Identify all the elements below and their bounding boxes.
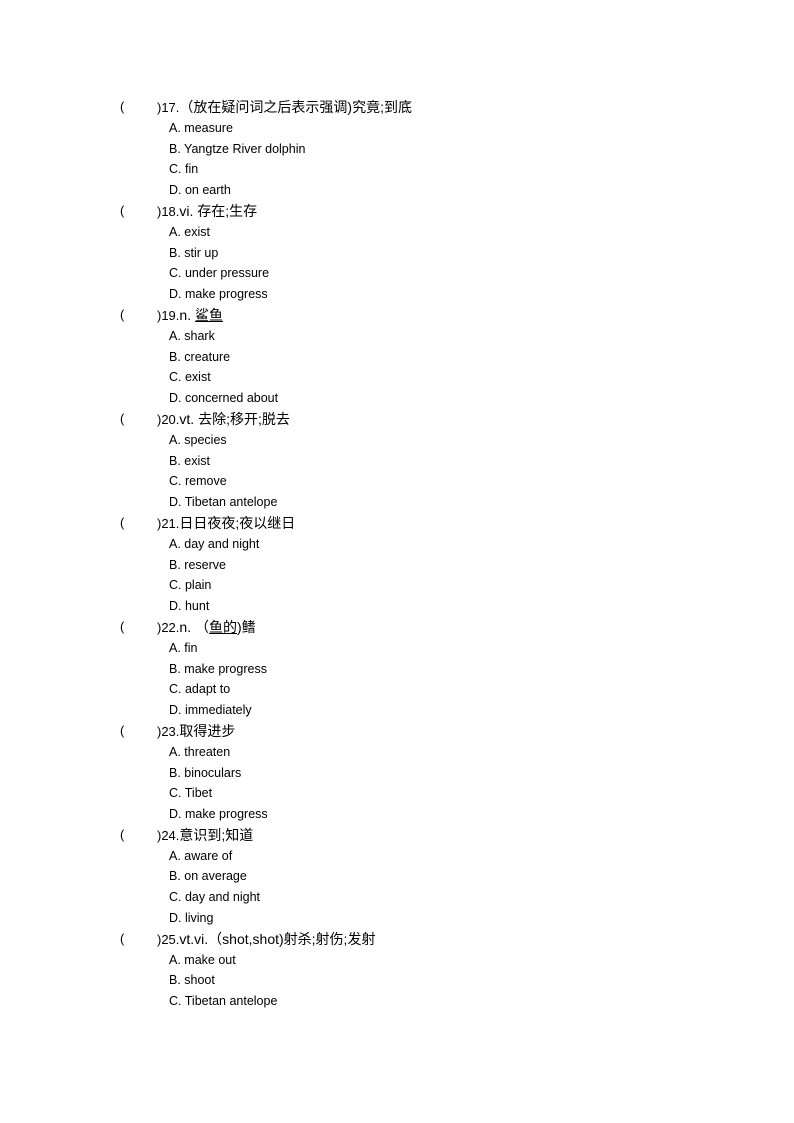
question-stem-text: n. [179, 306, 195, 323]
answer-option: C. Tibetan antelope [169, 994, 278, 1009]
question-stem-text: （放在疑问词之后表示强调)究竟;到底 [179, 99, 412, 115]
question-item: ()20.vt. 去除;移开;脱去 A. species B. exist C. re… [0, 409, 794, 513]
question-stem-line: ( )20.vt. 去除;移开;脱去 [0, 409, 794, 430]
answer-option: B. on average [169, 869, 247, 884]
answer-option: C. Tibet [169, 786, 213, 801]
answer-blank-open-paren[interactable]: ( [120, 617, 124, 638]
question-stem-underlined-text: 鲨鱼 [194, 306, 223, 323]
question-number: )22. [157, 619, 180, 635]
answer-option: B. reserve [169, 557, 226, 572]
answer-option: B. make progress [169, 661, 267, 676]
answer-option: D. hunt [169, 599, 210, 614]
question-number: )21. [157, 515, 180, 531]
question-number-and-stem: )20.vt. 去除;移开;脱去 [157, 409, 290, 431]
answer-option: B. shoot [169, 973, 215, 988]
question-stem-line: ( )19.n. 鲨鱼 [0, 305, 794, 326]
answer-blank-open-paren[interactable]: ( [120, 825, 124, 846]
answer-blank-open-paren[interactable]: ( [120, 513, 124, 534]
answer-blank-open-paren[interactable]: ( [120, 721, 124, 742]
answer-option: A. make out [169, 952, 236, 967]
answer-option: C. under pressure [169, 266, 270, 281]
question-number-and-stem: )23.取得进步 [157, 721, 235, 743]
question-stem-text: 日日夜夜;夜以继日 [179, 514, 296, 531]
question-number: )17. [157, 100, 180, 115]
question-stem-underlined-text: 鱼的 [208, 618, 237, 635]
question-item: ()22.n. （鱼的)鳍 A. fin B. make progress C. ad… [0, 617, 794, 721]
question-number-and-stem: )25.vt.vi.（shot,shot)射杀;射伤;发射 [157, 929, 375, 951]
answer-blank-open-paren[interactable]: ( [120, 201, 124, 222]
question-number: )25. [157, 931, 180, 947]
question-stem-line: ( )25.vt.vi.（shot,shot)射杀;射伤;发射 [0, 929, 794, 950]
answer-option: A. fin [169, 640, 198, 655]
answer-blank-open-paren[interactable]: ( [120, 409, 124, 430]
answer-blank-open-paren[interactable]: ( [120, 305, 124, 326]
question-number-and-stem: )17.（放在疑问词之后表示强调)究竟;到底 [157, 97, 412, 119]
question-stem-text: vt.vi.（shot,shot)射杀;射伤;发射 [179, 930, 376, 947]
question-item: ()17.（放在疑问词之后表示强调)究竟;到底 A. measure B. Yang… [0, 97, 794, 201]
question-number: )24. [157, 827, 180, 843]
answer-option: D. make progress [169, 807, 268, 822]
question-stem-text: vi. 存在;生存 [179, 202, 258, 219]
answer-option: B. creature [169, 349, 231, 364]
question-stem-line: ( )23.取得进步 [0, 721, 794, 742]
answer-option: B. binoculars [169, 765, 242, 780]
answer-option: D. make progress [169, 287, 268, 302]
answer-option: A. threaten [169, 744, 231, 759]
answer-option: C. adapt to [169, 682, 231, 697]
answer-option: A. day and night [169, 536, 260, 551]
question-number-and-stem: )21.日日夜夜;夜以继日 [157, 513, 295, 535]
question-number: )19. [157, 307, 180, 323]
answer-option: D. on earth [169, 183, 231, 198]
question-stem-suffix-text: )鳍 [236, 618, 256, 635]
question-item: ()23.取得进步 A. threaten B. binoculars C. Tibe… [0, 721, 794, 825]
question-stem-text: vt. 去除;移开;脱去 [179, 410, 290, 427]
question-stem-text: 意识到;知道 [179, 826, 254, 843]
worksheet-page: ()17.（放在疑问词之后表示强调)究竟;到底 A. measure B. Yang… [0, 97, 794, 1012]
answer-option: A. aware of [169, 848, 233, 863]
question-stem-line: ( )24.意识到;知道 [0, 825, 794, 846]
answer-option: A. shark [169, 328, 215, 343]
answer-option: C. remove [169, 474, 227, 489]
answer-option: D. living [169, 911, 214, 926]
question-item: ()18.vi. 存在;生存 A. exist B. stir up C. under… [0, 201, 794, 305]
answer-option: C. day and night [169, 890, 261, 905]
question-number-and-stem: )24.意识到;知道 [157, 825, 253, 847]
question-stem-line: ( )17.（放在疑问词之后表示强调)究竟;到底 [0, 97, 794, 118]
answer-option: C. exist [169, 370, 211, 385]
answer-option: C. fin [169, 162, 199, 177]
answer-blank-open-paren[interactable]: ( [120, 929, 124, 950]
answer-blank-open-paren[interactable]: ( [120, 97, 124, 118]
question-stem-line: ( )22.n. （鱼的)鳍 [0, 617, 794, 638]
answer-option: D. concerned about [169, 391, 279, 406]
question-number: )18. [157, 203, 180, 219]
question-number: )20. [157, 411, 180, 427]
question-item: ()25.vt.vi.（shot,shot)射杀;射伤;发射 A. make ou… [0, 929, 794, 1012]
question-stem-line: ( )21.日日夜夜;夜以继日 [0, 513, 794, 534]
answer-option: C. plain [169, 578, 212, 593]
answer-option: B. exist [169, 453, 210, 468]
answer-option: B. Yangtze River dolphin [169, 141, 306, 156]
answer-option: A. species [169, 432, 227, 447]
answer-option: D. Tibetan antelope [169, 495, 278, 510]
question-stem-line: ( )18.vi. 存在;生存 [0, 201, 794, 222]
question-stem-text: n. （ [179, 618, 209, 635]
answer-option: A. exist [169, 224, 210, 239]
question-number-and-stem: )19.n. 鲨鱼 [157, 305, 223, 327]
question-stem-text: 取得进步 [179, 722, 236, 739]
answer-option: D. immediately [169, 703, 252, 718]
answer-option: B. stir up [169, 245, 219, 260]
question-number-and-stem: )22.n. （鱼的)鳍 [157, 617, 256, 639]
question-number: )23. [157, 723, 180, 739]
question-item: ()21.日日夜夜;夜以继日 A. day and night B. reserve… [0, 513, 794, 617]
question-number-and-stem: )18.vi. 存在;生存 [157, 201, 257, 223]
question-item: ()19.n. 鲨鱼 A. shark B. creature C. exist D. … [0, 305, 794, 409]
answer-option: A. measure [169, 120, 233, 135]
question-item: ()24.意识到;知道 A. aware of B. on average C. da… [0, 825, 794, 929]
